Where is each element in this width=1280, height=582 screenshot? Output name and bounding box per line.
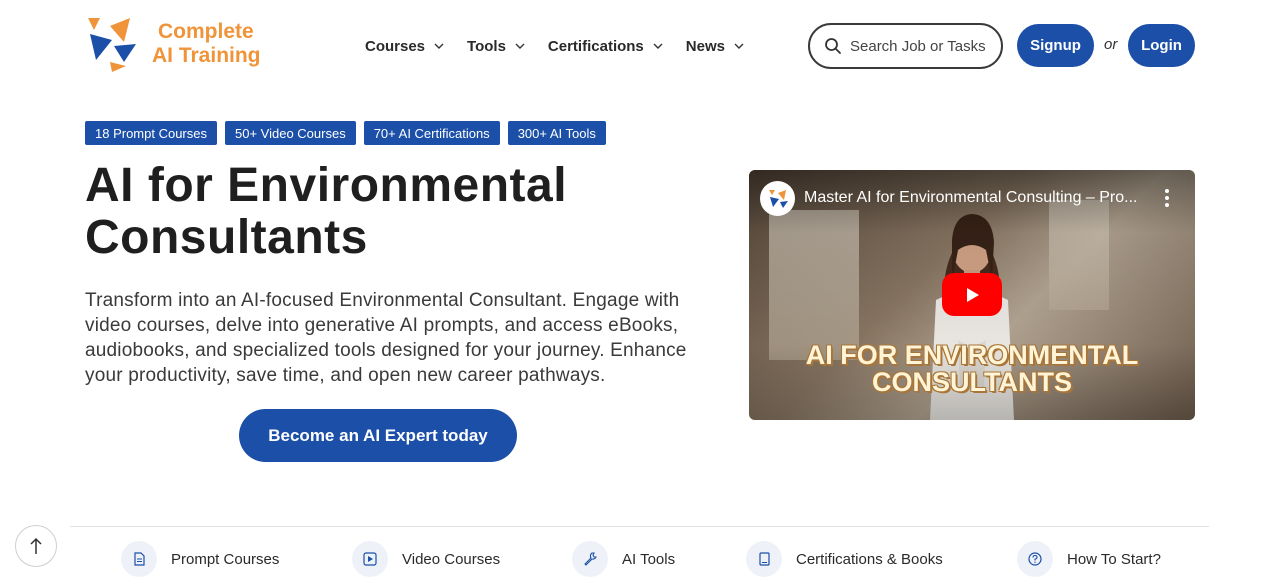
logo-mark-icon (88, 18, 136, 72)
site-header: Complete AI Training Courses Tools Certi… (0, 0, 1280, 92)
bottom-nav-icon-wrap (1017, 541, 1053, 577)
page-title: AI for Environmental Consultants (85, 159, 568, 264)
bottom-category-nav: Prompt Courses Video Courses AI Tools Ce… (0, 541, 1280, 582)
bottom-nav-label: Video Courses (402, 550, 501, 568)
stats-badges: 18 Prompt Courses 50+ Video Courses 70+ … (85, 121, 606, 145)
nav-item-news[interactable]: News (686, 34, 745, 58)
chevron-down-icon (434, 43, 444, 49)
badge-prompt-courses: 18 Prompt Courses (85, 121, 217, 145)
search-box[interactable] (808, 23, 1003, 69)
logo-line-2: AI Training (152, 44, 261, 67)
site-logo[interactable]: Complete AI Training (86, 16, 266, 72)
badge-ai-tools: 300+ AI Tools (507, 121, 606, 145)
play-button[interactable] (942, 273, 1002, 316)
become-expert-button[interactable]: Become an AI Expert today (239, 409, 517, 462)
logo-text: Complete AI Training (152, 20, 261, 68)
bottom-nav-video-courses[interactable]: Video Courses (352, 541, 500, 577)
chevron-down-icon (734, 43, 744, 49)
video-title[interactable]: Master AI for Environmental Consulting –… (804, 189, 1144, 207)
badge-ai-certifications: 70+ AI Certifications (363, 121, 500, 145)
bottom-nav-label: AI Tools (622, 550, 676, 568)
bottom-nav-prompt-courses[interactable]: Prompt Courses (121, 541, 279, 577)
arrow-up-icon (30, 537, 42, 554)
bottom-nav-icon-wrap (352, 541, 388, 577)
question-icon (1028, 552, 1042, 566)
login-button[interactable]: Login (1128, 24, 1195, 67)
badge-video-courses: 50+ Video Courses (225, 121, 356, 145)
bottom-nav-ai-tools[interactable]: AI Tools (572, 541, 675, 577)
main-nav: Courses Tools Certifications News (365, 34, 767, 58)
nav-item-courses[interactable]: Courses (365, 34, 445, 58)
wrench-icon (584, 552, 597, 566)
nav-item-certifications[interactable]: Certifications (548, 34, 664, 58)
play-icon (967, 287, 979, 302)
bottom-nav-certifications-books[interactable]: Certifications & Books (746, 541, 943, 577)
nav-label: News (685, 37, 725, 55)
or-separator: or (1104, 36, 1118, 53)
search-input[interactable] (850, 37, 1000, 55)
bottom-nav-label: How To Start? (1067, 550, 1161, 568)
chevron-down-icon (515, 43, 525, 49)
overlay-line-1: AI FOR ENVIRONMENTAL (805, 340, 1139, 370)
book-icon (759, 552, 770, 566)
bottom-nav-icon-wrap (121, 541, 157, 577)
scroll-to-top-button[interactable] (15, 525, 57, 567)
signup-button[interactable]: Signup (1017, 24, 1094, 67)
chevron-down-icon (653, 43, 663, 49)
play-square-icon (363, 552, 377, 566)
channel-logo-icon (768, 189, 788, 208)
video-overlay-title: AI FOR ENVIRONMENTAL CONSULTANTS (749, 342, 1195, 396)
section-divider (70, 526, 1209, 527)
bottom-nav-icon-wrap (572, 541, 608, 577)
nav-item-tools[interactable]: Tools (467, 34, 526, 58)
nav-label: Courses (365, 37, 426, 55)
nav-label: Certifications (547, 37, 644, 55)
channel-avatar[interactable] (760, 181, 795, 216)
logo-line-1: Complete (158, 20, 254, 43)
document-icon (134, 552, 145, 566)
search-icon (825, 38, 841, 54)
overlay-line-2: CONSULTANTS (872, 367, 1072, 397)
bottom-nav-how-to-start[interactable]: How To Start? (1017, 541, 1161, 577)
bottom-nav-icon-wrap (746, 541, 782, 577)
video-player[interactable]: Master AI for Environmental Consulting –… (749, 170, 1195, 420)
bottom-nav-label: Prompt Courses (171, 550, 280, 568)
bottom-nav-label: Certifications & Books (796, 550, 943, 568)
hero-description: Transform into an AI-focused Environment… (85, 290, 687, 386)
nav-label: Tools (467, 37, 506, 55)
more-options-icon[interactable] (1165, 189, 1169, 207)
